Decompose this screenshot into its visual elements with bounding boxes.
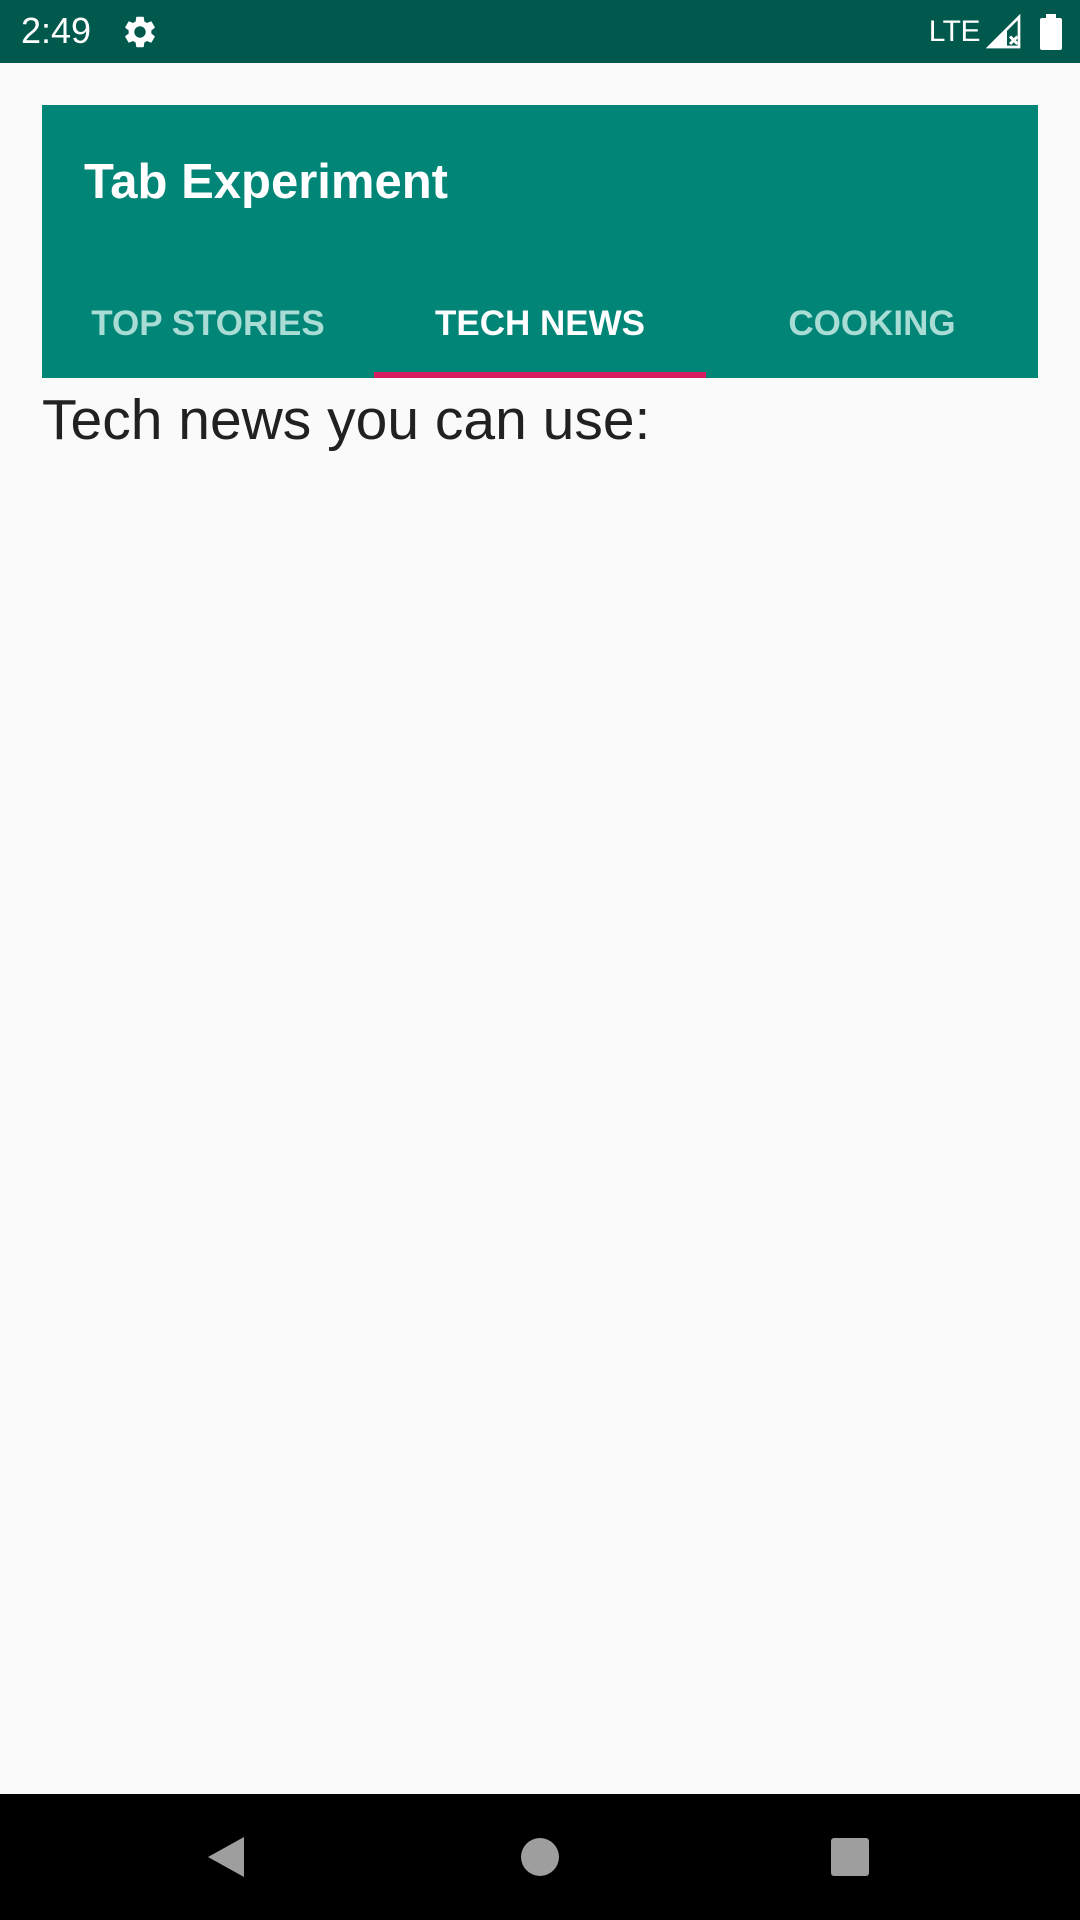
screen: 2:49 LTE Tab Experiment TOP STORIES TECH…: [0, 0, 1080, 1920]
tab-tech-news[interactable]: TECH NEWS: [374, 270, 706, 378]
recents-square-icon: [831, 1838, 869, 1876]
navigation-bar: [0, 1794, 1080, 1920]
tab-top-stories[interactable]: TOP STORIES: [42, 270, 374, 378]
tab-label: TECH NEWS: [435, 304, 645, 343]
tab-indicator: [374, 372, 706, 378]
status-bar: 2:49 LTE: [0, 0, 1080, 63]
recents-button[interactable]: [817, 1824, 883, 1890]
tab-label: COOKING: [788, 304, 956, 343]
tab-layout: TOP STORIES TECH NEWS COOKING: [42, 270, 1038, 378]
app-bar: Tab Experiment TOP STORIES TECH NEWS COO…: [42, 105, 1038, 378]
tab-cooking[interactable]: COOKING: [706, 270, 1038, 378]
battery-full-icon: [1040, 14, 1062, 50]
tab-content-text: Tech news you can use:: [42, 388, 651, 452]
status-icons: LTE: [929, 12, 1062, 52]
network-type: LTE: [928, 15, 981, 48]
gear-icon: [125, 16, 155, 48]
app-title: Tab Experiment: [84, 155, 448, 209]
status-time: 2:49: [21, 10, 92, 51]
back-triangle-icon: [208, 1837, 244, 1877]
tab-label: TOP STORIES: [91, 304, 325, 343]
home-circle-icon: [521, 1838, 559, 1876]
back-button[interactable]: [193, 1824, 259, 1890]
home-button[interactable]: [507, 1824, 573, 1890]
signal-no-data-icon: [986, 14, 1021, 49]
